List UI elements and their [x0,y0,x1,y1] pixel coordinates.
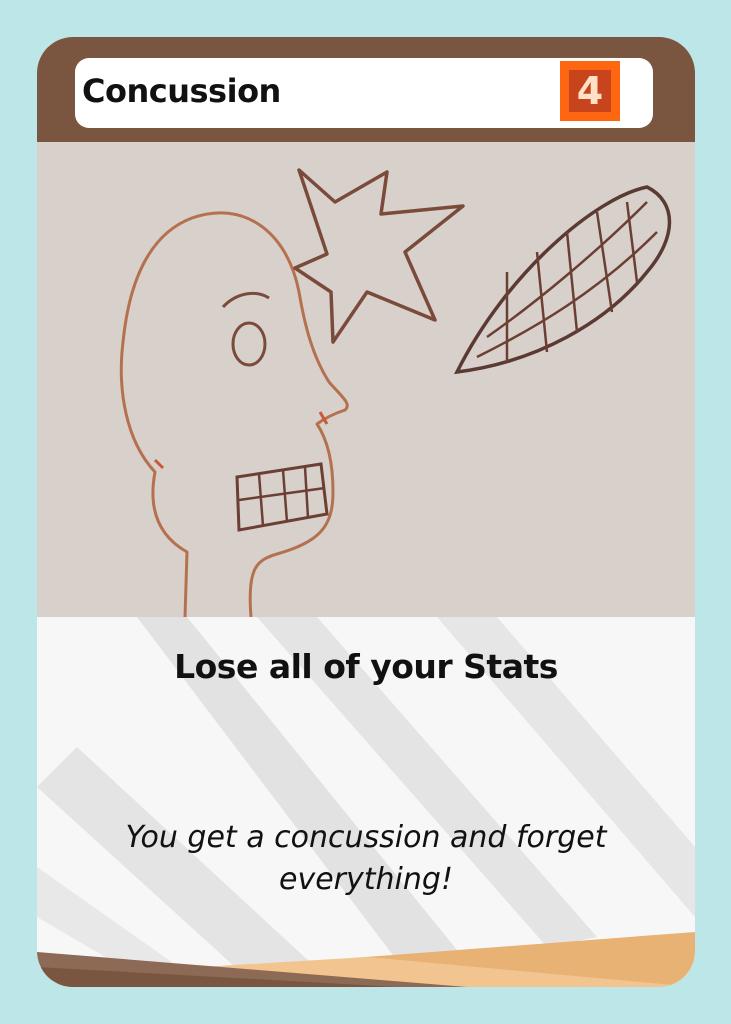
game-card[interactable]: Concussion 4 Lose all of your Stats You … [37,37,695,987]
card-title: Concussion [82,72,281,110]
flavor-text: You get a concussion and forget everythi… [125,820,607,897]
cost-badge: 4 [560,61,620,121]
head-star-football-drawing-icon [37,142,695,617]
card-body: Lose all of your Stats You get a concuss… [37,617,695,987]
card-artwork [37,142,695,617]
card-header: Concussion 4 [37,37,695,142]
cost-value: 4 [569,70,611,112]
effect-text: Lose all of your Stats [174,647,558,686]
footer-stripes [37,932,695,987]
